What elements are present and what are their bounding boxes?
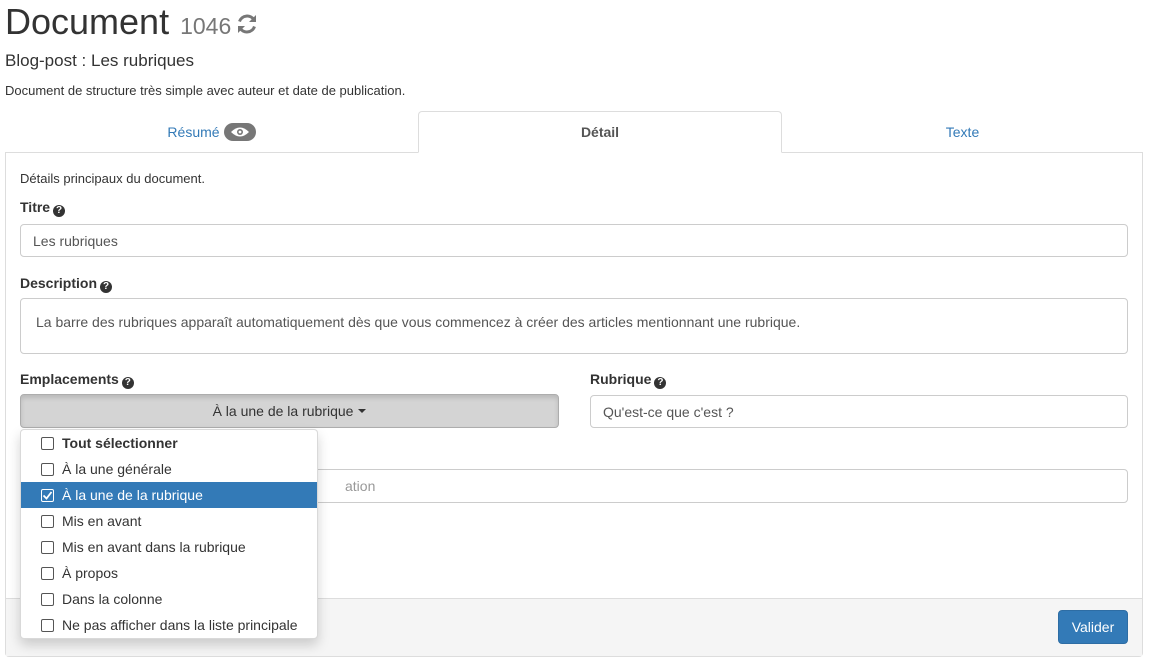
checkbox[interactable] [41, 618, 54, 632]
document-number: 1046 [180, 13, 232, 39]
titre-input[interactable]: Les rubriques [20, 224, 1128, 257]
document-description: Document de structure très simple avec a… [5, 83, 406, 98]
option-mis-en-avant-rubrique[interactable]: Mis en avant dans la rubrique [21, 534, 317, 560]
tab-texte-label: Texte [945, 123, 980, 140]
emplacements-dropdown-button[interactable]: À la une de la rubrique [20, 394, 559, 428]
document-subtitle: Blog-post : Les rubriques [5, 51, 194, 70]
checkbox[interactable] [41, 566, 54, 580]
option-ne-pas-afficher[interactable]: Ne pas afficher dans la liste principale [21, 612, 317, 638]
tab-resume-label: Résumé [167, 123, 220, 140]
question-circle-icon[interactable]: ? [100, 281, 113, 293]
option-a-propos[interactable]: À propos [21, 560, 317, 586]
checkbox[interactable] [41, 462, 54, 476]
question-circle-icon[interactable]: ? [654, 377, 667, 389]
tab-resume[interactable]: Résumé [5, 111, 418, 152]
page-title-row: Document 1046 [5, 0, 259, 44]
rubrique-input[interactable]: Qu'est-ce que c'est ? [590, 395, 1128, 428]
tab-texte[interactable]: Texte [782, 111, 1143, 152]
checkbox[interactable] [41, 514, 54, 528]
option-dans-la-colonne[interactable]: Dans la colonne [21, 586, 317, 612]
description-textarea[interactable]: La barre des rubriques apparaît automati… [20, 298, 1128, 354]
option-une-rubrique[interactable]: À la une de la rubrique [21, 482, 317, 508]
checkbox[interactable] [41, 540, 54, 554]
tab-detail[interactable]: Détail [418, 111, 782, 153]
option-mis-en-avant[interactable]: Mis en avant [21, 508, 317, 534]
panel-intro: Détails principaux du document. [20, 171, 205, 186]
caret-down-icon [358, 409, 367, 413]
check-icon [42, 490, 53, 500]
checkbox[interactable] [41, 592, 54, 606]
tab-bar: Résumé Détail Texte [5, 111, 1143, 153]
eye-icon [223, 122, 256, 141]
question-circle-icon[interactable]: ? [121, 377, 134, 389]
checkbox[interactable] [41, 436, 54, 450]
option-une-generale[interactable]: À la une générale [21, 456, 317, 482]
titre-label: Titre? [20, 199, 66, 217]
refresh-icon[interactable] [235, 12, 259, 36]
tab-detail-label: Détail [580, 124, 620, 140]
valider-button[interactable]: Valider [1058, 610, 1128, 644]
checkbox-checked[interactable] [41, 488, 54, 502]
question-circle-icon[interactable]: ? [53, 205, 66, 217]
page-title: Document [5, 1, 170, 42]
emplacements-dropdown-menu: Tout sélectionner À la une générale À la… [20, 429, 318, 639]
rubrique-label: Rubrique? [590, 371, 667, 389]
emplacements-label: Emplacements? [20, 371, 134, 389]
description-label: Description? [20, 275, 113, 293]
option-tout-selectionner[interactable]: Tout sélectionner [21, 430, 317, 456]
